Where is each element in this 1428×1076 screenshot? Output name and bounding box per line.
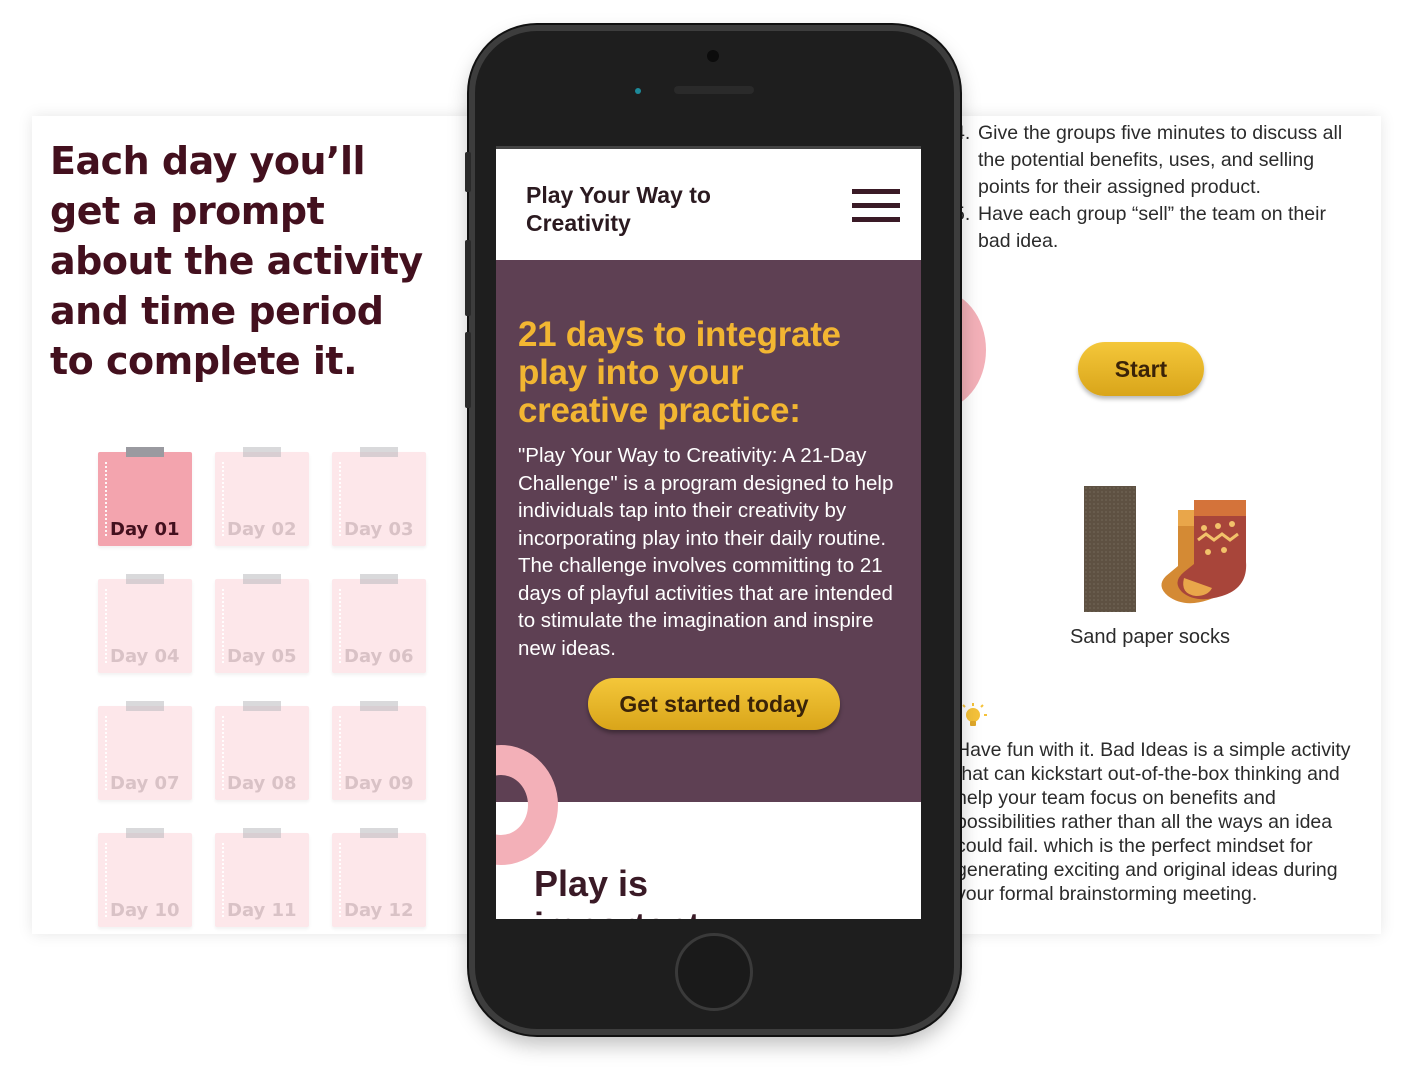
phone-volume-up [465,240,471,316]
day-card-label: Day 04 [110,646,180,667]
tape-strip [243,828,281,838]
phone-speaker [674,86,754,94]
tape-strip [360,828,398,838]
day-card[interactable]: Day 04 [98,574,192,673]
left-panel: Each day you’ll get a prompt about the a… [32,116,482,934]
step-text: Give the groups five minutes to discuss … [978,122,1343,198]
day-card-label: Day 08 [227,773,297,794]
day-card[interactable]: Day 01 [98,447,192,546]
tape-strip [360,574,398,584]
hero-section: 21 days to integrate play into your crea… [496,260,921,802]
step-item: 5. Have each group “sell” the team on th… [954,201,1354,255]
tape-strip [360,701,398,711]
day-card-label: Day 09 [344,773,414,794]
day-card[interactable]: Day 10 [98,828,192,927]
day-card[interactable]: Day 07 [98,701,192,800]
phone-mute-switch [465,152,471,192]
day-card-label: Day 06 [344,646,414,667]
day-card-label: Day 12 [344,900,414,921]
tape-strip [126,701,164,711]
sandpaper-illustration [1084,486,1136,612]
tape-strip [243,574,281,584]
day-card[interactable]: Day 11 [215,828,309,927]
day-grid: Day 01 Day 02 Day 03 Day 04 Day 05 Day 06 Day … [98,447,438,934]
day-card[interactable]: Day 02 [215,447,309,546]
step-text: Have each group “sell” the team on their… [978,203,1326,252]
day-card[interactable]: Day 03 [332,447,426,546]
day-card-label: Day 05 [227,646,297,667]
get-started-button[interactable]: Get started today [588,678,840,730]
tip-text: Have fun with it. Bad Ideas is a simple … [956,739,1351,905]
day-card-label: Day 02 [227,519,297,540]
hamburger-menu-icon[interactable] [852,189,900,223]
day-card[interactable]: Day 05 [215,574,309,673]
site-title[interactable]: Play Your Way to Creativity [526,181,746,237]
step-item: 4. Give the groups five minutes to discu… [954,120,1354,201]
tape-strip [243,447,281,457]
hero-description: "Play Your Way to Creativity: A 21-Day C… [518,444,894,660]
day-card[interactable]: Day 09 [332,701,426,800]
tape-strip [126,574,164,584]
phone-volume-down [465,332,471,408]
day-card[interactable]: Day 08 [215,701,309,800]
steps-list: 4. Give the groups five minutes to discu… [954,120,1354,255]
day-card-label: Day 11 [227,900,297,921]
right-panel: 4. Give the groups five minutes to discu… [920,116,1381,934]
day-card[interactable]: Day 06 [332,574,426,673]
day-card-label: Day 10 [110,900,180,921]
socks-caption: Sand paper socks [1069,626,1231,648]
lightbulb-icon [959,703,987,726]
tape-strip [360,447,398,457]
day-card-label: Day 07 [110,773,180,794]
phone-camera [635,88,641,94]
section-title: Play is important: [534,863,712,919]
day-card[interactable]: Day 12 [332,828,426,927]
phone-screen: Play Your Way to Creativity 21 days to i… [496,146,921,919]
phone-home-button[interactable] [675,933,753,1011]
start-button[interactable]: Start [1078,342,1204,396]
hero-title: 21 days to integrate play into your crea… [518,315,841,430]
site-header: Play Your Way to Creativity [496,149,921,260]
left-heading: Each day you’ll get a prompt about the a… [50,139,423,383]
tape-strip [243,701,281,711]
tape-strip [126,828,164,838]
tape-strip [126,447,164,457]
day-card-label: Day 03 [344,519,414,540]
phone-sensor [707,50,719,62]
socks-illustration [1161,500,1247,604]
day-card-label: Day 01 [110,519,180,540]
